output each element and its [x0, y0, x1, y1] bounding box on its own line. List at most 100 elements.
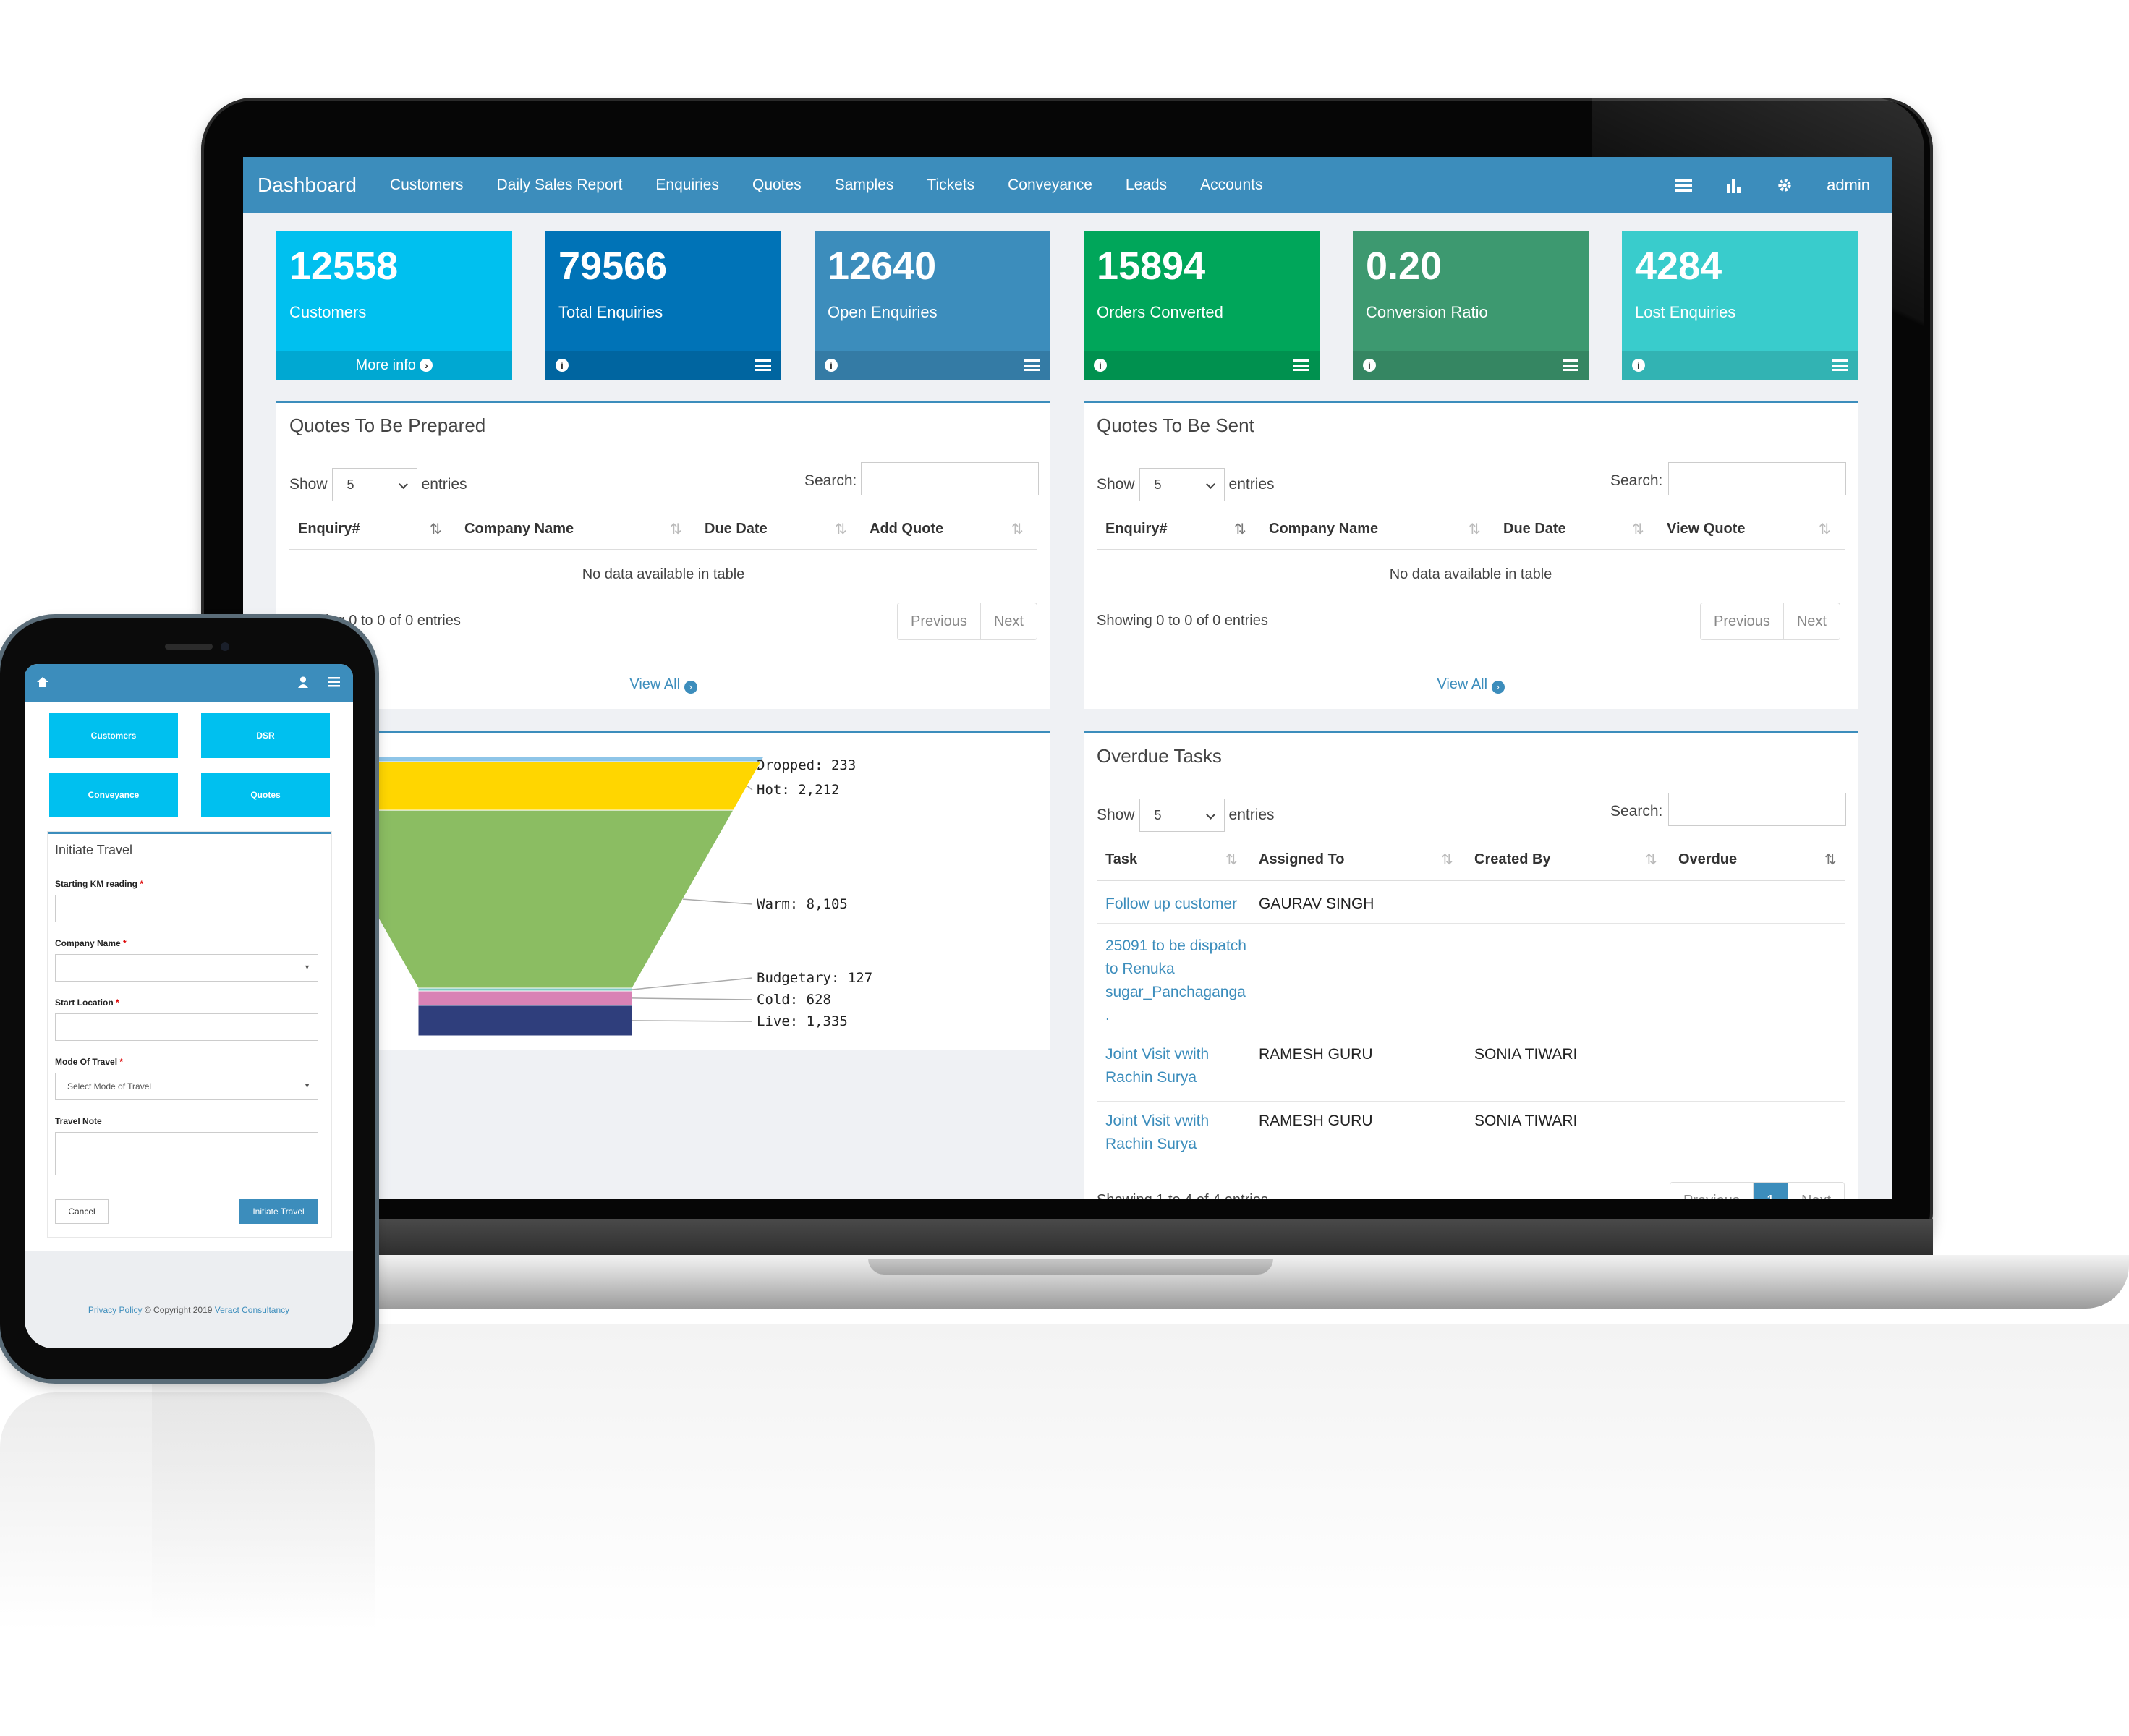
task-link[interactable]: Joint Visit vwith Rachin Surya	[1105, 1043, 1228, 1089]
nav-item-conveyance[interactable]: Conveyance	[1008, 176, 1092, 194]
task-link[interactable]: 25091 to be dispatch to Renuka sugar_Pan…	[1105, 935, 1247, 1027]
page-1-button[interactable]: 1	[1753, 1183, 1788, 1199]
page-size-select[interactable]: 5	[1139, 468, 1225, 501]
task-link[interactable]: Follow up customer	[1105, 893, 1247, 916]
funnel-segment-cold[interactable]	[417, 990, 633, 1006]
list-icon[interactable]	[1024, 359, 1040, 371]
sort-asc-icon[interactable]: ⇅	[430, 520, 442, 538]
list-icon[interactable]	[1675, 177, 1693, 193]
nav-item-quotes[interactable]: Quotes	[752, 176, 802, 194]
column-header-company-name[interactable]: Company Name	[1269, 521, 1378, 537]
previous-button[interactable]: Previous	[1670, 1183, 1754, 1199]
gear-icon[interactable]	[1776, 177, 1793, 193]
stat-footer: i	[1084, 351, 1320, 380]
assigned-to-cell: GAURAV SINGH	[1259, 895, 1374, 912]
nav-item-tickets[interactable]: Tickets	[927, 176, 974, 194]
task-link[interactable]: Joint Visit vwith Rachin Surya	[1105, 1110, 1228, 1156]
start-location-input[interactable]	[55, 1013, 318, 1041]
column-header-add-quote[interactable]: Add Quote	[870, 521, 943, 537]
menu-icon[interactable]	[328, 677, 340, 687]
view-all-link[interactable]: View All ›	[276, 676, 1050, 694]
next-button[interactable]: Next	[1788, 1183, 1844, 1200]
column-header-created-by[interactable]: Created By	[1474, 851, 1551, 868]
search-input[interactable]	[1668, 793, 1846, 826]
page-size-select[interactable]: 5	[1139, 799, 1225, 832]
nav-item-customers[interactable]: Customers	[390, 176, 464, 194]
search-input[interactable]	[861, 462, 1039, 495]
user-icon[interactable]	[298, 676, 308, 688]
column-header-due-date[interactable]: Due Date	[1503, 521, 1566, 537]
nav-item-leads[interactable]: Leads	[1126, 176, 1167, 194]
funnel-segment-live[interactable]	[417, 1005, 633, 1037]
sort-icon[interactable]: ⇅	[670, 520, 682, 538]
sort-icon[interactable]: ⇅	[1011, 520, 1024, 538]
page-size-select[interactable]: 5	[331, 468, 417, 501]
initiate-travel-form: Initiate Travel Starting KM reading * Co…	[48, 832, 331, 1237]
travel-note-textarea[interactable]	[55, 1132, 318, 1175]
column-header-assigned-to[interactable]: Assigned To	[1259, 851, 1345, 868]
mode-of-travel-select[interactable]: Select Mode of Travel ▼	[55, 1073, 318, 1100]
info-icon[interactable]: i	[1094, 359, 1107, 372]
funnel-segment-warm[interactable]	[316, 809, 734, 989]
bar-chart-icon[interactable]	[1725, 177, 1743, 193]
search-label: Search:	[1610, 803, 1663, 820]
sort-icon[interactable]: ⇅	[1819, 520, 1831, 538]
sort-icon[interactable]: ⇅	[1441, 851, 1453, 869]
column-header-overdue[interactable]: Overdue	[1678, 851, 1737, 868]
info-icon[interactable]: i	[1363, 359, 1376, 372]
conveyance-button[interactable]: Conveyance	[49, 773, 178, 817]
nav-item-samples[interactable]: Samples	[835, 176, 894, 194]
previous-button[interactable]: Previous	[1701, 603, 1784, 639]
next-button[interactable]: Next	[1784, 603, 1840, 639]
nav-brand[interactable]: Dashboard	[243, 174, 357, 197]
sort-icon[interactable]: ⇅	[1469, 520, 1481, 538]
column-header-due-date[interactable]: Due Date	[705, 521, 768, 537]
company-name-select[interactable]: ▼	[55, 954, 318, 982]
dsr-button[interactable]: DSR	[201, 713, 330, 758]
column-header-enquiry[interactable]: Enquiry#	[298, 521, 360, 537]
next-button[interactable]: Next	[981, 603, 1037, 639]
customers-button[interactable]: Customers	[49, 713, 178, 758]
info-icon[interactable]: i	[825, 359, 838, 372]
list-icon[interactable]	[1563, 359, 1578, 371]
info-icon[interactable]: i	[1632, 359, 1645, 372]
column-header-enquiry[interactable]: Enquiry#	[1105, 521, 1168, 537]
privacy-policy-link[interactable]: Privacy Policy	[88, 1305, 143, 1315]
home-icon[interactable]	[36, 676, 49, 688]
starting-km-input[interactable]	[55, 895, 318, 922]
info-icon[interactable]: i	[556, 359, 569, 372]
cancel-button[interactable]: Cancel	[55, 1199, 109, 1224]
top-navbar: Dashboard Customers Daily Sales Report E…	[243, 157, 1892, 213]
funnel-label-hot: Hot: 2,212	[757, 782, 839, 798]
previous-button[interactable]: Previous	[898, 603, 981, 639]
list-icon[interactable]	[1832, 359, 1848, 371]
quotes-prepared-panel: Quotes To Be Prepared Show 5 entries Sea…	[276, 401, 1050, 709]
sort-icon[interactable]: ⇅	[1645, 851, 1657, 869]
stat-open-enquiries: 12640 Open Enquiries i	[815, 231, 1050, 380]
nav-item-daily-sales-report[interactable]: Daily Sales Report	[497, 176, 623, 194]
mode-of-travel-placeholder: Select Mode of Travel	[67, 1081, 152, 1092]
column-header-view-quote[interactable]: View Quote	[1667, 521, 1746, 537]
stat-footer: i	[1353, 351, 1589, 380]
column-header-company-name[interactable]: Company Name	[464, 521, 574, 537]
list-icon[interactable]	[755, 359, 771, 371]
list-icon[interactable]	[1293, 359, 1309, 371]
nav-item-accounts[interactable]: Accounts	[1200, 176, 1262, 194]
user-name[interactable]: admin	[1827, 176, 1870, 195]
sort-icon[interactable]: ⇅	[1632, 520, 1644, 538]
quotes-button[interactable]: Quotes	[201, 773, 330, 817]
start-location-label: Start Location	[55, 997, 114, 1008]
sort-icon[interactable]: ⇅	[1225, 851, 1238, 869]
sort-asc-icon[interactable]: ⇅	[1234, 520, 1246, 538]
initiate-travel-button[interactable]: Initiate Travel	[239, 1199, 318, 1224]
sort-desc-icon[interactable]: ⇅	[1824, 851, 1837, 869]
nav-item-enquiries[interactable]: Enquiries	[655, 176, 719, 194]
funnel-segment-budgetary[interactable]	[417, 987, 633, 992]
table-info: Showing 0 to 0 of 0 entries	[1097, 613, 1268, 629]
more-info-link[interactable]: More info ›	[276, 351, 512, 380]
column-header-task[interactable]: Task	[1105, 851, 1137, 868]
view-all-link[interactable]: View All ›	[1084, 676, 1858, 694]
search-input[interactable]	[1668, 462, 1846, 495]
sort-icon[interactable]: ⇅	[835, 520, 847, 538]
company-link[interactable]: Veract Consultancy	[215, 1305, 289, 1315]
